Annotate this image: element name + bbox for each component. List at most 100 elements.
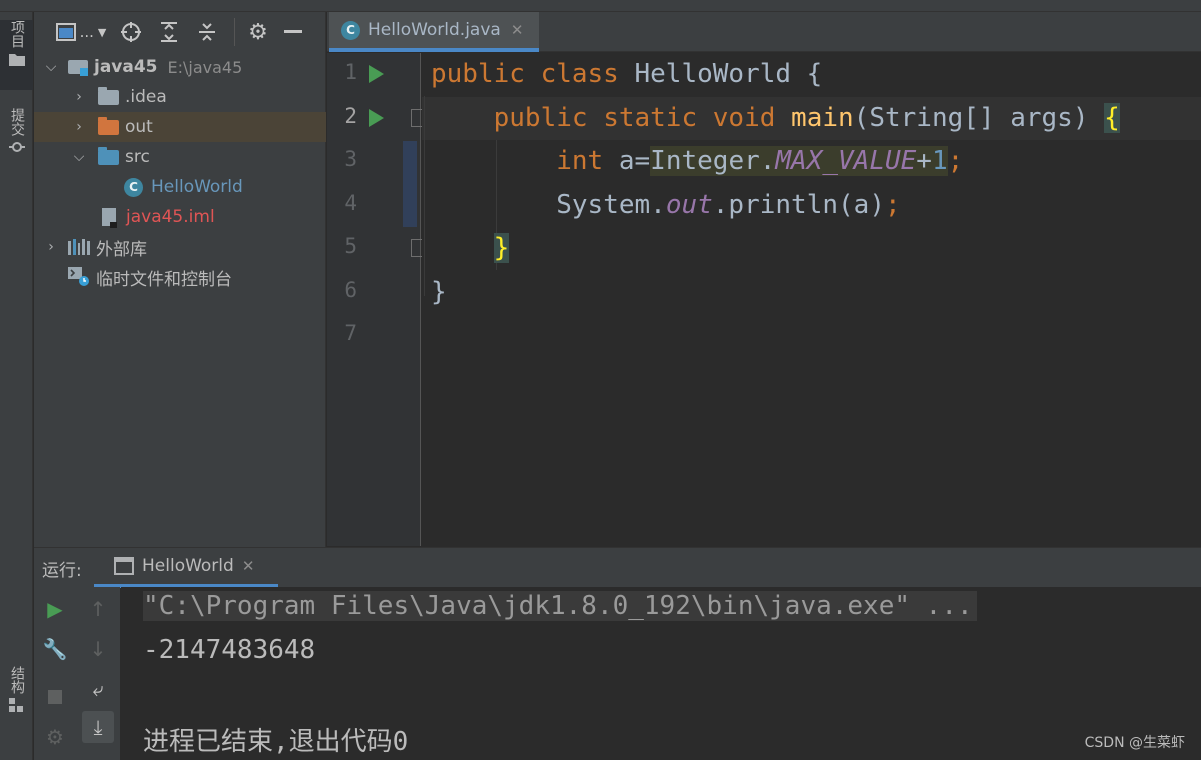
tree-item-label: .idea	[125, 87, 167, 107]
stop-icon	[48, 690, 62, 704]
line-number: 2	[344, 104, 357, 128]
toolbar-divider	[234, 18, 235, 46]
line-number: 7	[344, 321, 357, 345]
settings-button[interactable]: ⚙	[39, 721, 71, 753]
arrow-up-icon: ↑	[89, 597, 107, 621]
console-command-line: "C:\Program Files\Java\jdk1.8.0_192\bin\…	[143, 591, 977, 621]
keyword: int	[556, 146, 604, 176]
run-panel-header: 运行: HelloWorld ✕	[34, 547, 1201, 588]
code-text: }	[431, 277, 447, 307]
code-editor[interactable]: public class HelloWorld { public static …	[422, 53, 1201, 546]
excluded-folder-icon	[98, 116, 119, 135]
locate-button[interactable]	[112, 19, 150, 45]
console-icon	[114, 557, 134, 575]
minimize-icon	[284, 30, 302, 33]
tree-item-java45[interactable]: ⌵ java45 E:\java45	[34, 52, 326, 82]
overflow-warning-highlight: Integer.MAX_VALUE+1	[650, 146, 948, 176]
view-selector[interactable]: ... ▼	[50, 19, 112, 45]
tree-item-label: java45.iml	[126, 207, 215, 227]
structure-tool-tab-label: 结构	[9, 666, 25, 694]
project-toolbar: ... ▼ ⚙	[34, 12, 326, 52]
run-main-icon[interactable]	[369, 109, 384, 127]
view-selector-label: ...	[79, 23, 94, 41]
keyword: public class	[431, 59, 635, 89]
crosshair-icon	[121, 22, 141, 42]
constant: MAX_VALUE	[775, 146, 917, 176]
matched-brace: }	[493, 233, 510, 263]
expand-all-button[interactable]	[150, 19, 188, 45]
editor-gutter: 1 2 3 4 5 6 7	[327, 53, 427, 546]
console-output[interactable]: "C:\Program Files\Java\jdk1.8.0_192\bin\…	[121, 587, 1201, 760]
collapse-all-icon	[199, 23, 215, 41]
code-line-4: System.out.println(a);	[431, 184, 901, 227]
folder-icon	[8, 54, 25, 66]
commit-tool-tab[interactable]: 提交	[0, 108, 33, 168]
hide-panel-button[interactable]	[273, 19, 313, 45]
tree-item-label: src	[125, 147, 150, 167]
tree-item-label: 临时文件和控制台	[96, 269, 232, 290]
module-file-icon	[102, 208, 117, 228]
method-name: main	[791, 103, 854, 133]
module-folder-icon	[68, 58, 90, 76]
chevron-down-icon: ⌵	[45, 59, 57, 75]
editor-tab-bar: C HelloWorld.java ✕	[327, 12, 1201, 52]
structure-tool-tab[interactable]: 结构	[0, 666, 33, 726]
modify-config-button[interactable]: 🔧	[39, 633, 71, 665]
rerun-button[interactable]: ▶	[39, 593, 71, 625]
tree-item-helloworld[interactable]: C HelloWorld	[34, 172, 326, 202]
tree-item-src[interactable]: ⌵ src	[34, 142, 326, 172]
matched-brace: {	[1104, 103, 1120, 133]
project-panel: ... ▼ ⚙ ⌵ java45 E:\java45 › .idea › out…	[34, 12, 326, 547]
tree-item-iml[interactable]: java45.iml	[34, 202, 326, 232]
code-text: (String[] args)	[853, 103, 1105, 133]
soft-wrap-button[interactable]: ⤶	[82, 673, 114, 705]
scroll-to-end-button[interactable]: ⤓	[82, 711, 114, 743]
settings-button[interactable]: ⚙	[243, 19, 273, 45]
tree-item-external-libraries[interactable]: › 外部库	[34, 232, 326, 262]
run-tab-helloworld[interactable]: HelloWorld ✕	[94, 548, 278, 588]
arrow-down-icon: ↓	[89, 637, 107, 661]
tree-item-label: out	[125, 117, 153, 137]
code-line-3: int a=Integer.MAX_VALUE+1;	[431, 140, 963, 183]
close-icon[interactable]: ✕	[242, 557, 255, 575]
scroll-up-button[interactable]: ↑	[82, 593, 114, 625]
indent-guide	[424, 96, 425, 296]
code-line-2: public static void main(String[] args) {	[431, 97, 1120, 140]
close-icon[interactable]: ✕	[511, 21, 524, 39]
tree-item-label: java45	[94, 57, 158, 77]
semicolon: ;	[884, 190, 901, 220]
line-number: 1	[344, 60, 357, 84]
stop-button[interactable]	[39, 681, 71, 713]
folder-icon	[98, 86, 119, 105]
project-tool-tab[interactable]: 项目	[0, 20, 33, 90]
number-literal: 1	[931, 146, 948, 176]
console-output-line: -2147483648	[143, 635, 316, 665]
tree-item-scratches[interactable]: 临时文件和控制台	[34, 262, 326, 292]
run-class-icon[interactable]	[369, 65, 384, 83]
structure-icon	[8, 698, 23, 712]
scratches-icon	[68, 267, 90, 287]
gear-icon: ⚙	[46, 725, 64, 749]
commit-tool-tab-label: 提交	[9, 108, 25, 136]
chevron-down-icon: ▼	[97, 25, 107, 39]
tree-item-idea[interactable]: › .idea	[34, 82, 326, 112]
play-icon: ▶	[47, 597, 63, 621]
run-toolbar: ▶ ↑ 🔧 ↓ ⤶ ⤓ ⚙	[34, 587, 120, 760]
collapse-all-button[interactable]	[188, 19, 226, 45]
tab-helloworld-java[interactable]: C HelloWorld.java ✕	[329, 12, 539, 52]
left-tool-strip: 项目 提交 结构	[0, 12, 33, 760]
run-panel-label: 运行:	[42, 561, 82, 581]
tree-item-label: 外部库	[96, 239, 147, 260]
code-text: a=	[603, 146, 651, 176]
code-text: System.	[556, 190, 666, 220]
title-strip	[0, 0, 1201, 12]
java-class-icon: C	[124, 177, 143, 197]
tree-item-out[interactable]: › out	[34, 112, 326, 142]
soft-wrap-icon: ⤶	[92, 677, 104, 701]
scroll-down-button[interactable]: ↓	[82, 633, 114, 665]
code-text: +	[916, 146, 932, 176]
project-tool-tab-label: 项目	[9, 20, 25, 48]
scroll-to-end-icon: ⤓	[93, 715, 103, 739]
tree-item-label: HelloWorld	[151, 177, 243, 197]
code-text: .println(a)	[712, 190, 885, 220]
